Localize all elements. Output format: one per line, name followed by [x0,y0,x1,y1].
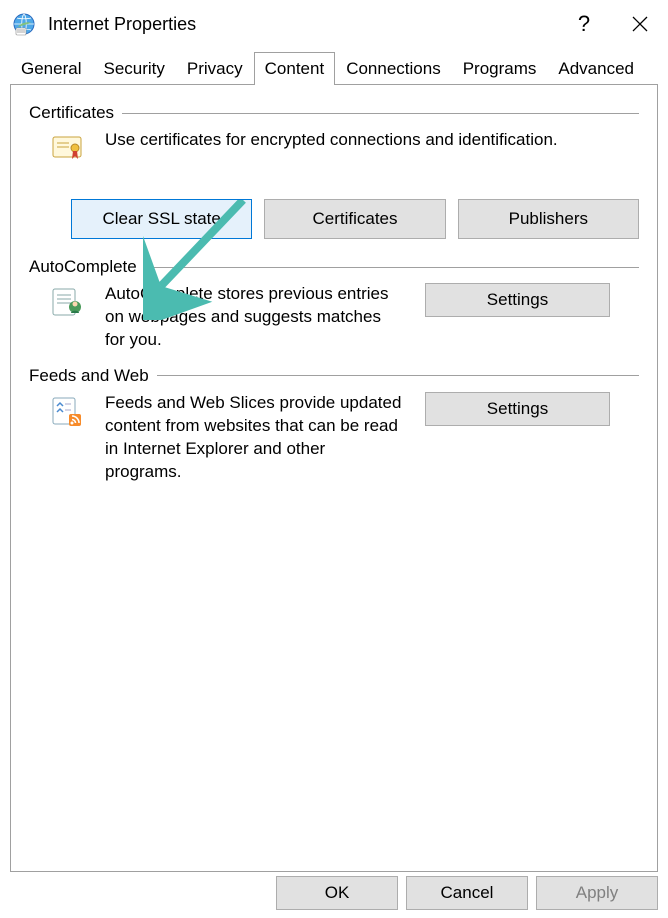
certificates-desc: Use certificates for encrypted connectio… [105,129,639,163]
tabstrip: General Security Privacy Content Connect… [10,52,658,84]
certificate-icon [51,131,83,163]
tab-connections[interactable]: Connections [335,52,452,85]
footer-buttons: OK Cancel Apply [276,876,658,910]
autocomplete-desc: AutoComplete stores previous entries on … [105,283,405,352]
feeds-icon [51,394,83,426]
feeds-desc: Feeds and Web Slices provide updated con… [105,392,405,484]
publishers-button[interactable]: Publishers [458,199,639,239]
autocomplete-icon [51,285,83,317]
internet-globe-icon [12,12,36,36]
help-button[interactable]: ? [556,0,612,48]
ok-button[interactable]: OK [276,876,398,910]
close-button[interactable] [612,0,668,48]
feeds-settings-button[interactable]: Settings [425,392,610,426]
tab-general[interactable]: General [10,52,92,85]
certificates-header: Certificates [29,103,639,123]
titlebar: Internet Properties ? [0,0,668,48]
autocomplete-settings-button[interactable]: Settings [425,283,610,317]
content-pane: Certificates Use certificates for encryp… [10,84,658,872]
tab-content[interactable]: Content [254,52,336,85]
certificates-button[interactable]: Certificates [264,199,445,239]
tab-privacy[interactable]: Privacy [176,52,254,85]
window-title: Internet Properties [48,14,556,35]
tab-security[interactable]: Security [92,52,175,85]
tab-programs[interactable]: Programs [452,52,548,85]
apply-button[interactable]: Apply [536,876,658,910]
cancel-button[interactable]: Cancel [406,876,528,910]
autocomplete-header: AutoComplete [29,257,639,277]
clear-ssl-state-button[interactable]: Clear SSL state [71,199,252,239]
tab-advanced[interactable]: Advanced [547,52,645,85]
feeds-header: Feeds and Web [29,366,639,386]
